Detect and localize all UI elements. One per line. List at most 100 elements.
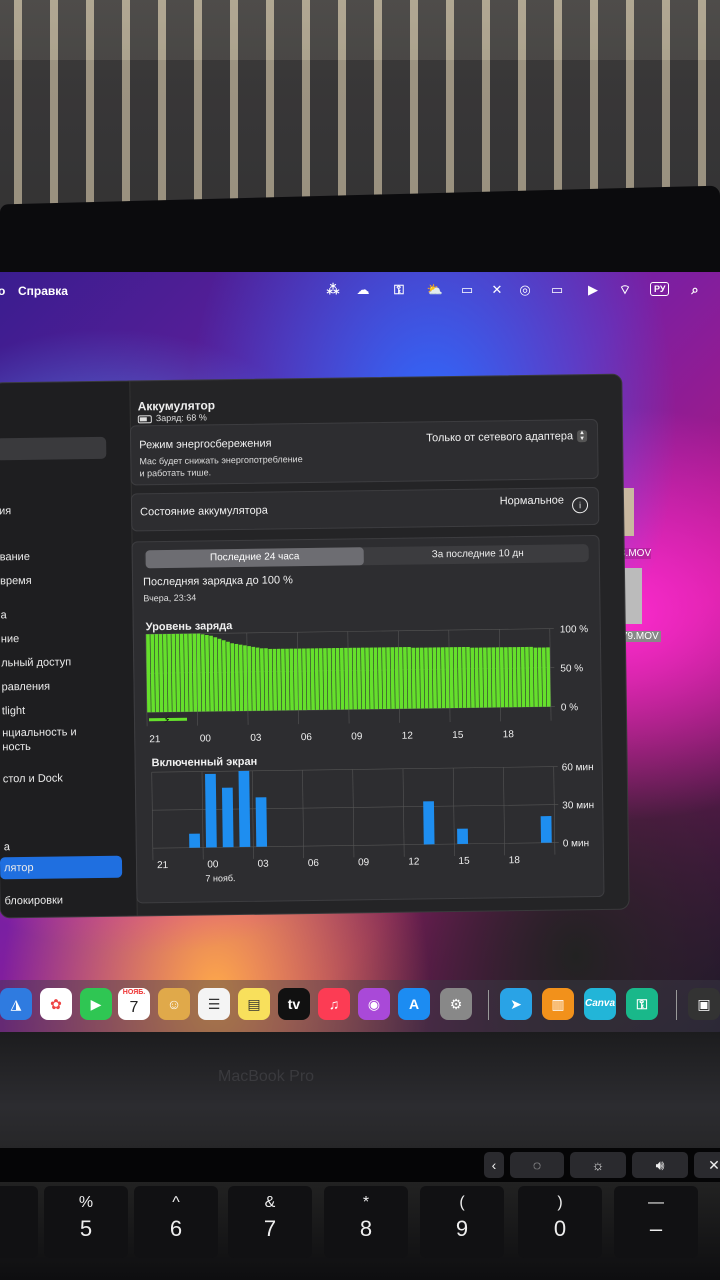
books-icon[interactable]: ▥ — [542, 988, 574, 1020]
music-icon[interactable]: ♫ — [318, 988, 350, 1020]
sidebar-item[interactable]: стол и Dock — [3, 772, 63, 785]
touchbar-mute-icon[interactable]: ✕ — [694, 1152, 720, 1178]
battery-level-bar — [276, 648, 282, 711]
touchbar-brightness-icon[interactable]: ☼ — [570, 1152, 626, 1178]
sidebar-item[interactable]: вание — [0, 551, 30, 563]
appletv-icon[interactable]: tv — [278, 988, 310, 1020]
podcasts-icon[interactable]: ◉ — [358, 988, 390, 1020]
battery-level-bar — [255, 647, 261, 711]
menu-item-fragment[interactable]: о — [0, 284, 5, 298]
display-icon[interactable]: ▭ — [458, 281, 476, 299]
telegram-icon[interactable]: ➤ — [500, 988, 532, 1020]
airdrop-icon[interactable]: ◎ — [516, 281, 534, 299]
sidebar-item[interactable]: ние — [1, 633, 20, 645]
menu-help[interactable]: Справка — [18, 284, 68, 298]
key-top-symbol: % — [78, 1194, 94, 1211]
x-tick-label: 18 — [503, 729, 515, 740]
key-bottom-symbol: 8 — [359, 1216, 373, 1241]
keyboard-key[interactable]: ^ 6 — [134, 1186, 218, 1258]
system-settings-window: ия вание время а ние льный доступ равлен… — [0, 373, 630, 919]
chart-gridline — [151, 772, 154, 861]
sidebar-item[interactable]: ия — [0, 505, 11, 517]
x-tick-label: 21 — [157, 860, 169, 871]
calendar-icon[interactable]: НОЯБ. 7 — [118, 988, 150, 1020]
sidebar-item[interactable]: блокировки — [4, 894, 63, 907]
key-top-symbol: * — [362, 1194, 370, 1211]
battery-level-bar — [474, 647, 480, 708]
keyboard-key[interactable]: % 5 — [44, 1186, 128, 1258]
info-icon[interactable]: i — [571, 497, 589, 514]
app-store-icon[interactable]: A — [398, 988, 430, 1020]
sidebar-item-battery[interactable]: лятор — [0, 855, 123, 880]
battery-level-bar — [537, 647, 543, 707]
low-power-mode-desc: и работать тише. — [139, 467, 212, 479]
battery-level-bar — [306, 648, 311, 711]
y-tick-label: 60 мин — [562, 762, 594, 773]
battery-level-bar — [281, 648, 286, 711]
touchbar-brightness-down-icon[interactable]: ◌ — [510, 1152, 564, 1178]
touchbar-collapse-icon[interactable]: ‹ — [484, 1152, 504, 1178]
chart-gridline — [352, 769, 355, 858]
reminders-icon[interactable]: ☰ — [198, 988, 230, 1020]
battery-level-bar — [520, 646, 526, 708]
screen-time-bar — [255, 797, 268, 847]
keyboard-key[interactable]: (9 — [420, 1186, 504, 1258]
sidebar-item[interactable]: а — [0, 609, 6, 621]
battery-level-bar — [533, 647, 538, 707]
battery-level-bar — [478, 647, 484, 708]
battery-level-bar — [162, 634, 168, 713]
battery-level-bar — [310, 648, 315, 711]
desktop-file-label[interactable]: 79.MOV — [620, 631, 661, 642]
keyboard-key[interactable]: ) 0 — [518, 1186, 602, 1258]
y-tick-label: 30 мин — [562, 800, 594, 811]
facetime-icon[interactable]: ▶ — [80, 988, 112, 1020]
x-tick-label: 03 — [257, 859, 269, 870]
cloud-sync-icon[interactable]: ⛅ — [426, 281, 444, 299]
x-tick-label: 00 — [200, 733, 212, 744]
battery-level-bar — [436, 647, 442, 709]
vpn-key-icon[interactable]: ⚿ — [626, 988, 658, 1020]
keyboard-key[interactable]: * 8 — [324, 1186, 408, 1258]
system-settings-icon[interactable]: ⚙ — [440, 988, 472, 1020]
sidebar-item[interactable]: нциальность и — [2, 726, 77, 739]
usage-charts: Уровень заряда ⚡ 100 % 50 % 0 % 21 00 03 06 09 12… — [145, 620, 594, 883]
sidebar-search-field[interactable] — [0, 436, 107, 461]
sidebar-item[interactable]: tlight — [2, 705, 25, 717]
tools-icon[interactable]: ✕ — [488, 281, 506, 299]
input-source-indicator[interactable]: РУ — [650, 282, 670, 296]
sidebar-item[interactable]: равления — [1, 681, 50, 694]
key-app-icon[interactable]: ⚿ — [390, 281, 408, 299]
battery-level-bar — [369, 647, 374, 710]
touchbar-volume-icon[interactable]: 🔊︎ — [632, 1152, 688, 1178]
recent-document-icon[interactable]: ▣ — [688, 988, 720, 1020]
battery-health-label: Состояние аккумулятора — [140, 504, 268, 519]
search-icon[interactable]: ⌕ — [686, 281, 704, 299]
battery-level-bar — [457, 647, 463, 708]
wifi-icon[interactable]: ⌔ — [616, 281, 634, 299]
battery-level-bar — [424, 647, 429, 709]
figma-icon[interactable]: ⁂ — [324, 281, 342, 299]
sidebar-item[interactable]: время — [0, 575, 32, 587]
keyboard-key[interactable]: & 7 — [228, 1186, 312, 1258]
maps-icon[interactable]: ◮ — [0, 988, 32, 1020]
keyboard-key-partial[interactable] — [0, 1186, 38, 1258]
key-top-symbol: — — [648, 1194, 664, 1211]
page-title: Аккумулятор — [137, 398, 216, 414]
sidebar-item[interactable]: льный доступ — [1, 656, 71, 669]
canva-icon[interactable]: Canva — [584, 988, 616, 1020]
battery-pane: Аккумулятор Заряд: 68 % Режим энергосбер… — [129, 375, 628, 916]
battery-level-bar — [339, 647, 345, 710]
key-bottom-symbol: 9 — [455, 1216, 469, 1241]
keyboard-key[interactable]: — – — [614, 1186, 698, 1258]
notes-icon[interactable]: ▤ — [238, 988, 270, 1020]
battery-small-icon — [137, 414, 152, 424]
contacts-icon[interactable]: ☺ — [158, 988, 190, 1020]
sidebar-item[interactable]: а — [4, 841, 10, 853]
low-power-mode-select[interactable]: Только от сетевого адаптера ▴ ▾ — [426, 429, 588, 444]
play-icon[interactable]: ▶ — [584, 281, 602, 299]
battery-icon[interactable]: ▭ — [548, 281, 566, 299]
creative-cloud-icon[interactable]: ☁ — [354, 281, 372, 299]
photos-icon[interactable]: ✿ — [40, 988, 72, 1020]
battery-level-bar — [466, 646, 471, 708]
key-top-symbol: & — [264, 1194, 276, 1211]
